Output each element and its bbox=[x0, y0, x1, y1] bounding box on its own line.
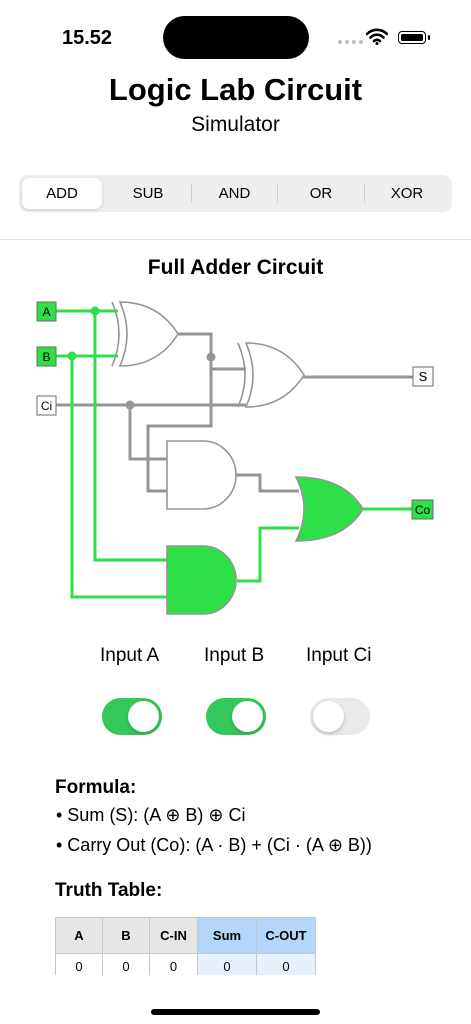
node-co: Co bbox=[411, 499, 434, 520]
wire-and1-to-or bbox=[236, 473, 299, 493]
table-cell: 0 bbox=[256, 953, 316, 975]
column-header-c-in: C-IN bbox=[149, 917, 198, 954]
junction-dot bbox=[67, 351, 77, 361]
node-co-label: Co bbox=[415, 503, 431, 517]
input-b-label: Input B bbox=[204, 645, 265, 666]
column-header-b: B bbox=[102, 917, 150, 954]
node-b-label: B bbox=[42, 350, 50, 364]
table-cell: 0 bbox=[102, 953, 150, 975]
table-cell: 0 bbox=[55, 953, 103, 975]
formula-title: Formula: bbox=[55, 777, 137, 798]
node-s: S bbox=[412, 366, 434, 387]
toggle-knob bbox=[313, 701, 344, 732]
and-gate-2 bbox=[166, 545, 237, 615]
full-adder-circuit: A B Ci S Co bbox=[36, 301, 434, 615]
table-cell: 0 bbox=[149, 953, 198, 975]
node-a: A bbox=[36, 301, 57, 322]
column-header-c-out: C-OUT bbox=[256, 917, 316, 954]
node-b: B bbox=[36, 346, 57, 367]
junction-dot bbox=[125, 400, 135, 410]
and-gate-1 bbox=[166, 440, 237, 510]
column-header-sum: Sum bbox=[197, 917, 257, 954]
node-a-label: A bbox=[42, 305, 50, 319]
table-cell: 0 bbox=[197, 953, 257, 975]
truth-table: A B C-IN Sum C-OUT 0 0 0 0 0 bbox=[55, 917, 316, 975]
table-row: 0 0 0 0 0 bbox=[55, 953, 316, 975]
toggle-knob bbox=[128, 701, 159, 732]
formula-sum: • Sum (S): (A ⊕ B) ⊕ Ci bbox=[56, 805, 246, 825]
truth-table-scroll[interactable]: A B C-IN Sum C-OUT 0 0 0 0 0 bbox=[55, 917, 320, 975]
table-header-row: A B C-IN Sum C-OUT bbox=[55, 917, 316, 954]
column-header-a: A bbox=[55, 917, 103, 954]
formula-carry: • Carry Out (Co): (A · B) + (Ci · (A ⊕ B… bbox=[56, 835, 372, 855]
junction-dot bbox=[90, 306, 100, 316]
input-b-toggle[interactable] bbox=[206, 698, 266, 735]
input-a-toggle[interactable] bbox=[102, 698, 162, 735]
home-indicator bbox=[151, 1009, 320, 1015]
node-s-label: S bbox=[419, 369, 428, 384]
or-gate bbox=[294, 476, 364, 542]
input-ci-label: Input Ci bbox=[306, 645, 372, 666]
truth-table-title: Truth Table: bbox=[55, 880, 163, 901]
junction-dot bbox=[206, 352, 216, 362]
node-ci: Ci bbox=[36, 395, 57, 416]
wire-ci-to-and1 bbox=[128, 405, 170, 461]
input-ci-toggle[interactable] bbox=[310, 698, 370, 735]
toggle-knob bbox=[232, 701, 263, 732]
node-ci-label: Ci bbox=[41, 399, 52, 413]
wire-and2-to-or bbox=[237, 526, 299, 583]
input-a-label: Input A bbox=[100, 645, 160, 666]
xor-gate-1 bbox=[111, 301, 179, 367]
xor-gate-2 bbox=[237, 342, 305, 408]
